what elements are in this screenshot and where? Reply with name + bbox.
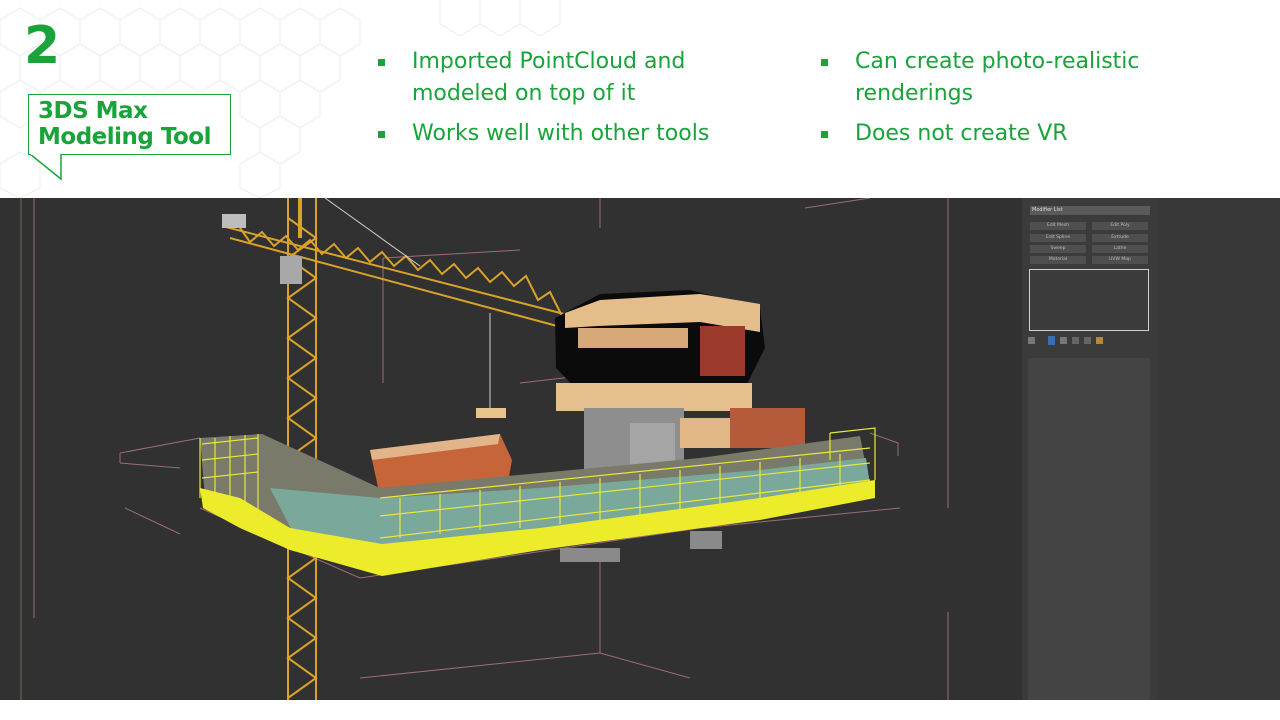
slide-footer <box>0 700 1280 720</box>
command-panel: Modifier List Edit Mesh Edit Poly Edit S… <box>1022 198 1158 700</box>
construction-model-render <box>20 198 949 700</box>
bullet-square-icon <box>378 131 385 138</box>
slide-title-line-2: Modeling Tool <box>38 124 212 150</box>
bullet-item: Works well with other tools <box>378 118 710 150</box>
slide-title-line-1: 3DS Max <box>38 98 148 124</box>
3ds-max-viewport-screenshot: Modifier List Edit Mesh Edit Poly Edit S… <box>0 198 1280 700</box>
stack-toolbar-icons[interactable] <box>1028 336 1108 346</box>
slide-number: 2 <box>24 16 61 76</box>
modifier-button[interactable]: Sweep <box>1030 245 1086 253</box>
panel-side-strip <box>1158 198 1280 700</box>
bullet-item: Does not create VR <box>821 118 1068 150</box>
bullet-text-line: modeled on top of it <box>412 81 636 106</box>
bullet-square-icon <box>821 59 828 66</box>
modifier-button[interactable]: Material <box>1030 256 1086 264</box>
modifier-button[interactable]: Extrude <box>1092 234 1148 242</box>
bullet-text-line: Imported PointCloud and <box>412 49 686 74</box>
bullet-square-icon <box>378 59 385 66</box>
modifier-list-dropdown[interactable]: Modifier List <box>1030 206 1150 215</box>
bullet-square-icon <box>821 131 828 138</box>
bullet-item: Can create photo-realistic renderings <box>821 46 1140 110</box>
slide-header: 2 3DS Max Modeling Tool Imported PointCl… <box>0 0 1280 198</box>
bullet-text-line: Works well with other tools <box>412 121 710 146</box>
slide-title-box: 3DS Max Modeling Tool <box>28 94 231 155</box>
modifier-button[interactable]: Edit Poly <box>1092 222 1148 230</box>
bullet-text-line: Does not create VR <box>855 121 1068 146</box>
bullet-text-line: renderings <box>855 81 974 106</box>
modifier-button[interactable]: Edit Spline <box>1030 234 1086 242</box>
callout-tail-icon <box>30 154 62 181</box>
slide-title: 3DS Max Modeling Tool <box>38 98 212 150</box>
bullet-item: Imported PointCloud and modeled on top o… <box>378 46 686 110</box>
modifier-button[interactable]: Lathe <box>1092 245 1148 253</box>
bullet-text-line: Can create photo-realistic <box>855 49 1140 74</box>
modifier-button[interactable]: UVW Map <box>1092 256 1148 264</box>
modifier-stack-box <box>1029 269 1149 331</box>
parameters-rollout <box>1028 358 1150 700</box>
modifier-button[interactable]: Edit Mesh <box>1030 222 1086 230</box>
